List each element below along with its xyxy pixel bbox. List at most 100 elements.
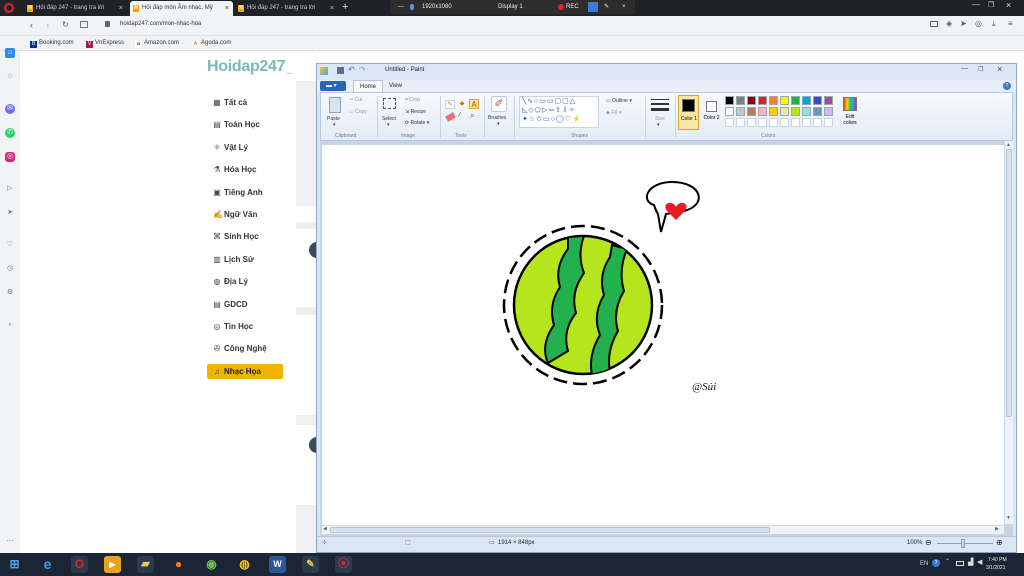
opera-logo-icon[interactable] bbox=[4, 3, 14, 13]
window-close-icon[interactable]: × bbox=[1006, 0, 1011, 10]
clock-time[interactable]: 7:40 PM bbox=[988, 557, 1007, 563]
heart-icon[interactable]: ♡ bbox=[5, 240, 15, 250]
palette-swatch[interactable] bbox=[791, 96, 800, 105]
zoom-slider-thumb[interactable] bbox=[961, 539, 965, 548]
question-card[interactable] bbox=[296, 315, 316, 415]
palette-swatch[interactable] bbox=[736, 96, 745, 105]
zoom-out-button[interactable]: ⊖ bbox=[925, 538, 932, 547]
scroll-up-icon[interactable]: ▲ bbox=[1006, 142, 1011, 148]
messenger-icon[interactable]: ✉ bbox=[5, 104, 15, 114]
snapshot-icon[interactable]: ◎ bbox=[975, 19, 982, 28]
history-icon[interactable]: ◷ bbox=[5, 264, 15, 274]
question-card[interactable] bbox=[296, 206, 316, 222]
palette-swatch[interactable] bbox=[824, 96, 833, 105]
palette-swatch[interactable] bbox=[725, 107, 734, 116]
eraser-icon[interactable] bbox=[445, 112, 456, 122]
palette-swatch[interactable] bbox=[813, 107, 822, 116]
lightbulb-icon[interactable]: ♁ bbox=[5, 320, 15, 330]
sidebar-item-12[interactable]: ♫ Nhạc Họa bbox=[207, 363, 283, 379]
sidebar-item-5[interactable]: ✍Ngữ Văn bbox=[207, 207, 283, 222]
brushes-dropdown-icon[interactable]: ▾ bbox=[497, 121, 500, 127]
paint-minimize-icon[interactable]: — bbox=[961, 65, 968, 72]
palette-swatch-empty[interactable] bbox=[747, 118, 756, 127]
palette-swatch[interactable] bbox=[725, 96, 734, 105]
pen-icon[interactable]: ✎ bbox=[604, 0, 609, 14]
home-icon[interactable]: ⌂ bbox=[5, 48, 15, 58]
brushes-icon[interactable]: ✐ bbox=[491, 96, 507, 112]
more-icon[interactable]: ⋯ bbox=[5, 537, 15, 547]
sidebar-item-3[interactable]: ⚗ Hóa Học bbox=[207, 162, 283, 177]
drawing-canvas[interactable]: @Sủi bbox=[322, 145, 1004, 525]
palette-swatch-empty[interactable] bbox=[769, 118, 778, 127]
clock-date[interactable]: 3/1/2021 bbox=[986, 565, 1005, 571]
palette-swatch[interactable] bbox=[747, 107, 756, 116]
palette-swatch[interactable] bbox=[780, 107, 789, 116]
color2-button[interactable]: Color 2 bbox=[702, 95, 722, 130]
palette-swatch[interactable] bbox=[791, 107, 800, 116]
tray-help-icon[interactable]: ? bbox=[932, 559, 940, 567]
recorder-taskbar-icon[interactable]: ⦿ bbox=[335, 556, 352, 573]
minimize-recorder-icon[interactable]: — bbox=[398, 0, 404, 14]
close-tab-icon[interactable]: × bbox=[119, 1, 123, 16]
site-logo[interactable]: Hoidap247 bbox=[207, 58, 286, 76]
recorder-stop-icon[interactable] bbox=[588, 2, 598, 12]
app-green-icon[interactable]: ◉ bbox=[203, 556, 220, 573]
palette-swatch-empty[interactable] bbox=[758, 118, 767, 127]
chrome-icon[interactable]: ◍ bbox=[236, 556, 253, 573]
sidebar-item-0[interactable]: ▦ Tất cả bbox=[207, 95, 283, 110]
sidebar-item-7[interactable]: ▥ Lịch Sử bbox=[207, 252, 283, 267]
palette-swatch-empty[interactable] bbox=[791, 118, 800, 127]
palette-swatch-empty[interactable] bbox=[725, 118, 734, 127]
window-restore-icon[interactable]: ❐ bbox=[988, 1, 994, 9]
vertical-scrollbar[interactable]: ▲ ▼ bbox=[1004, 141, 1013, 524]
palette-swatch[interactable] bbox=[736, 107, 745, 116]
resize-button[interactable]: ⇲ Resize bbox=[405, 109, 426, 115]
zoom-slider[interactable] bbox=[937, 543, 993, 544]
media-player-icon[interactable]: ▶ bbox=[104, 556, 121, 573]
sidebar-item-10[interactable]: ◎ Tin Học bbox=[207, 319, 283, 334]
bookmark-amazon[interactable]: a Amazon.com bbox=[135, 39, 179, 48]
pencil-icon[interactable]: ✎ bbox=[445, 100, 455, 109]
color1-button[interactable]: Color 1 bbox=[678, 95, 699, 130]
volume-icon[interactable]: ◀ bbox=[977, 558, 982, 566]
copy-button[interactable]: ▭ Copy bbox=[349, 109, 367, 115]
palette-swatch[interactable] bbox=[769, 96, 778, 105]
help-icon[interactable]: ? bbox=[1003, 82, 1011, 90]
sidebar-item-11[interactable]: ✇ Công Nghệ bbox=[207, 341, 283, 356]
battery-icon[interactable] bbox=[956, 561, 964, 566]
text-icon[interactable]: A bbox=[469, 99, 479, 109]
firefox-icon[interactable]: ● bbox=[170, 556, 187, 573]
star-icon[interactable]: ☆ bbox=[5, 72, 15, 82]
paint-taskbar-icon[interactable]: ✎ bbox=[302, 556, 319, 573]
new-tab-button[interactable]: + bbox=[342, 1, 348, 13]
palette-swatch[interactable] bbox=[769, 107, 778, 116]
browser-tab-3[interactable]: H Hỏi đáp 247 - trang tra lời × bbox=[235, 1, 338, 16]
scroll-thumb[interactable] bbox=[1006, 149, 1012, 417]
shapes-gallery[interactable]: ╲∿○▭▭▢▢△ ◺◇⬠▷⇦⇧⇩✧ ✦☆✩▭○◯♡⚡ bbox=[519, 96, 599, 128]
whatsapp-icon[interactable]: ✆ bbox=[5, 128, 15, 138]
scroll-right-icon[interactable]: ▶ bbox=[995, 526, 999, 532]
forward-icon[interactable]: › bbox=[46, 20, 49, 30]
zoom-in-button[interactable]: ⊕ bbox=[996, 538, 1003, 547]
palette-swatch[interactable] bbox=[780, 96, 789, 105]
scroll-left-icon[interactable]: ◀ bbox=[323, 526, 327, 532]
color-picker-icon[interactable]: ⁄ bbox=[459, 112, 460, 119]
send-icon[interactable]: ➤ bbox=[5, 208, 15, 218]
palette-swatch-empty[interactable] bbox=[813, 118, 822, 127]
word-icon[interactable]: W bbox=[269, 556, 286, 573]
palette-swatch-empty[interactable] bbox=[780, 118, 789, 127]
rec-label[interactable]: REC bbox=[566, 0, 579, 14]
camera-icon[interactable] bbox=[930, 21, 938, 27]
sidebar-item-8[interactable]: ◍ Địa Lý bbox=[207, 274, 283, 289]
sidebar-item-2[interactable]: ⚛ Vật Lý bbox=[207, 140, 283, 155]
tab-grid-icon[interactable] bbox=[80, 21, 88, 28]
close-recorder-icon[interactable]: × bbox=[622, 0, 626, 14]
bookmark-agoda[interactable]: A Agoda.com bbox=[192, 39, 231, 48]
sidebar-item-4[interactable]: ▣ Tiếng Anh bbox=[207, 185, 283, 200]
palette-swatch[interactable] bbox=[824, 107, 833, 116]
palette-swatch[interactable] bbox=[802, 96, 811, 105]
internet-explorer-icon[interactable]: e bbox=[39, 556, 56, 573]
palette-swatch[interactable] bbox=[758, 96, 767, 105]
url-field[interactable]: hoidap247.com/mon-nhac-hoa bbox=[120, 21, 201, 27]
paste-dropdown-icon[interactable]: ▾ bbox=[333, 122, 336, 128]
